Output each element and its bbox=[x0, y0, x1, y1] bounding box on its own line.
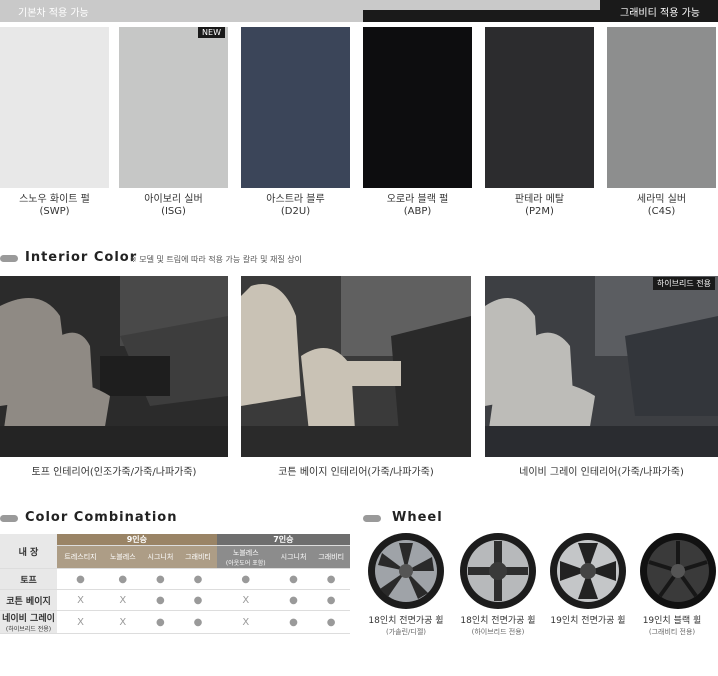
wheel-image[interactable] bbox=[548, 531, 628, 611]
table-row: 네이비 그레이 (하이브리드 전용) X X ● ● X ● ● bbox=[0, 610, 350, 634]
interior-note: ※ 모델 및 트림에 따라 적용 가능 칼라 및 재질 상이 bbox=[130, 255, 302, 264]
section-marker bbox=[0, 255, 18, 262]
availability-cell: X bbox=[57, 589, 104, 611]
interior-photo-taupe[interactable] bbox=[0, 276, 228, 457]
table-row: 토프 ● ● ● ● ● ● ● bbox=[0, 568, 350, 590]
availability-cell: ● bbox=[312, 610, 350, 634]
trim-header: 트레스티지 bbox=[57, 545, 104, 569]
wheel-name: 19인치 전면가공 휠 bbox=[550, 616, 626, 626]
graphite-availability-tab: 그래비티 적용 가능 bbox=[600, 0, 718, 22]
swatch-label: 아이보리 실버 (ISG) bbox=[119, 194, 228, 218]
swatch-label: 오로라 블랙 펄 (ABP) bbox=[363, 194, 472, 218]
color-combination-title: Color Combination bbox=[25, 510, 178, 525]
availability-cell: ● bbox=[141, 589, 180, 611]
row-label: 코튼 베이지 bbox=[0, 589, 57, 611]
availability-cell: ● bbox=[104, 568, 142, 590]
group-7-seater: 7인승 bbox=[216, 534, 350, 546]
color-code: (ISG) bbox=[161, 206, 186, 217]
wheel-sub: (가솔린/디젤) bbox=[385, 628, 427, 636]
availability-cell: ● bbox=[216, 568, 275, 590]
wheel-name: 18인치 전면가공 휠 bbox=[368, 616, 444, 626]
swatch-label: 판테라 메탈 (P2M) bbox=[485, 194, 594, 218]
color-code: (P2M) bbox=[525, 206, 554, 217]
color-code: (C4S) bbox=[647, 206, 676, 217]
wheel-title: Wheel bbox=[392, 510, 443, 525]
availability-cell: ● bbox=[274, 589, 313, 611]
interior-label-taupe: 토프 인테리어(인조가죽/가죽/나파가죽) bbox=[31, 467, 197, 478]
wheel-name: 18인치 전면가공 휠 bbox=[460, 616, 536, 626]
trim-sub: (아웃도어 포함) bbox=[225, 559, 266, 567]
wheel-label: 18인치 전면가공 휠 (가솔린/디젤) bbox=[360, 616, 452, 638]
availability-cell: ● bbox=[274, 568, 313, 590]
wheel-sub: (하이브리드 전용) bbox=[471, 628, 525, 636]
color-code: (D2U) bbox=[280, 206, 311, 217]
availability-cell: ● bbox=[141, 610, 180, 634]
availability-cell: ● bbox=[312, 568, 350, 590]
color-name: 판테라 메탈 bbox=[514, 194, 565, 205]
swatch-label: 세라믹 실버 (C4S) bbox=[607, 194, 716, 218]
swatch-ceramic-silver[interactable] bbox=[607, 27, 716, 188]
color-name: 오로라 블랙 펄 bbox=[386, 194, 449, 205]
wheel-name: 19인치 블랙 휠 bbox=[642, 616, 702, 626]
trim-header: 시그니처 bbox=[141, 545, 180, 569]
color-name: 세라믹 실버 bbox=[636, 194, 687, 205]
trim-header: 노블레스 (아웃도어 포함) bbox=[216, 545, 275, 569]
trim-header: 노블레스 bbox=[104, 545, 142, 569]
interior-label-cotton-beige: 코튼 베이지 인테리어(가죽/나파가죽) bbox=[278, 467, 434, 478]
wheel-image[interactable] bbox=[458, 531, 538, 611]
graphite-availability-label: 그래비티 적용 가능 bbox=[620, 8, 700, 19]
availability-cell: ● bbox=[274, 610, 313, 634]
color-name: 아이보리 실버 bbox=[144, 194, 203, 205]
interior-label-navy-gray: 네이비 그레이 인테리어(가죽/나파가죽) bbox=[519, 467, 684, 478]
availability-cell: ● bbox=[179, 568, 217, 590]
wheel-sub: (그래비티 전용) bbox=[648, 628, 696, 636]
availability-cell: X bbox=[216, 610, 275, 634]
section-marker bbox=[363, 515, 381, 522]
interior-color-title: Interior Color bbox=[25, 250, 138, 265]
row-label-name: 네이비 그레이 bbox=[2, 614, 55, 624]
new-badge: NEW bbox=[198, 27, 225, 38]
wheel-image[interactable] bbox=[638, 531, 718, 611]
color-code: (SWP) bbox=[39, 206, 70, 217]
availability-cell: X bbox=[104, 610, 142, 634]
trim-header: 그래비티 bbox=[179, 545, 217, 569]
availability-cell: X bbox=[57, 610, 104, 634]
color-combination-table: 내 장 9인승 7인승 트레스티지 노블레스 시그니처 그래비티 노블레스 (아… bbox=[0, 534, 350, 634]
swatch-snow-white-pearl[interactable] bbox=[0, 27, 109, 188]
swatch-aurora-black-pearl[interactable] bbox=[363, 27, 472, 188]
color-name: 아스트라 블루 bbox=[266, 194, 325, 205]
interior-photo-navy-gray[interactable]: 하이브리드 전용 bbox=[485, 276, 718, 457]
color-name: 스노우 화이트 펄 bbox=[19, 194, 90, 205]
color-code: (ABP) bbox=[403, 206, 432, 217]
row-label-sub: (하이브리드 전용) bbox=[5, 626, 52, 633]
hybrid-only-badge: 하이브리드 전용 bbox=[652, 277, 715, 290]
row-label: 토프 bbox=[0, 568, 57, 590]
interior-photo-cotton-beige[interactable] bbox=[241, 276, 471, 457]
availability-cell: ● bbox=[179, 610, 217, 634]
swatch-ivory-silver[interactable]: NEW bbox=[119, 27, 228, 188]
trim-header: 그래비티 bbox=[312, 545, 350, 569]
trim-name: 노블레스 bbox=[232, 548, 259, 557]
group-9-seater: 9인승 bbox=[57, 534, 217, 546]
section-marker bbox=[0, 515, 18, 522]
swatch-pantera-metal[interactable] bbox=[485, 27, 594, 188]
trim-header: 시그니처 bbox=[274, 545, 313, 569]
wheel-label: 19인치 전면가공 휠 bbox=[542, 616, 634, 627]
availability-cell: ● bbox=[312, 589, 350, 611]
availability-cell: ● bbox=[141, 568, 180, 590]
wheel-image[interactable] bbox=[366, 531, 446, 611]
swatch-label: 스노우 화이트 펄 (SWP) bbox=[0, 194, 109, 218]
wheel-label: 18인치 전면가공 휠 (하이브리드 전용) bbox=[452, 616, 544, 638]
swatch-label: 아스트라 블루 (D2U) bbox=[241, 194, 350, 218]
availability-cell: X bbox=[104, 589, 142, 611]
wheel-label: 19인치 블랙 휠 (그래비티 전용) bbox=[626, 616, 718, 638]
row-label: 네이비 그레이 (하이브리드 전용) bbox=[0, 610, 57, 634]
table-row: 코튼 베이지 X X ● ● X ● ● bbox=[0, 589, 350, 611]
swatch-astra-blue[interactable] bbox=[241, 27, 350, 188]
basic-availability-label: 기본차 적용 가능 bbox=[18, 8, 89, 19]
availability-cell: ● bbox=[57, 568, 104, 590]
availability-cell: X bbox=[216, 589, 275, 611]
availability-cell: ● bbox=[179, 589, 217, 611]
interior-header-cell: 내 장 bbox=[0, 534, 57, 569]
